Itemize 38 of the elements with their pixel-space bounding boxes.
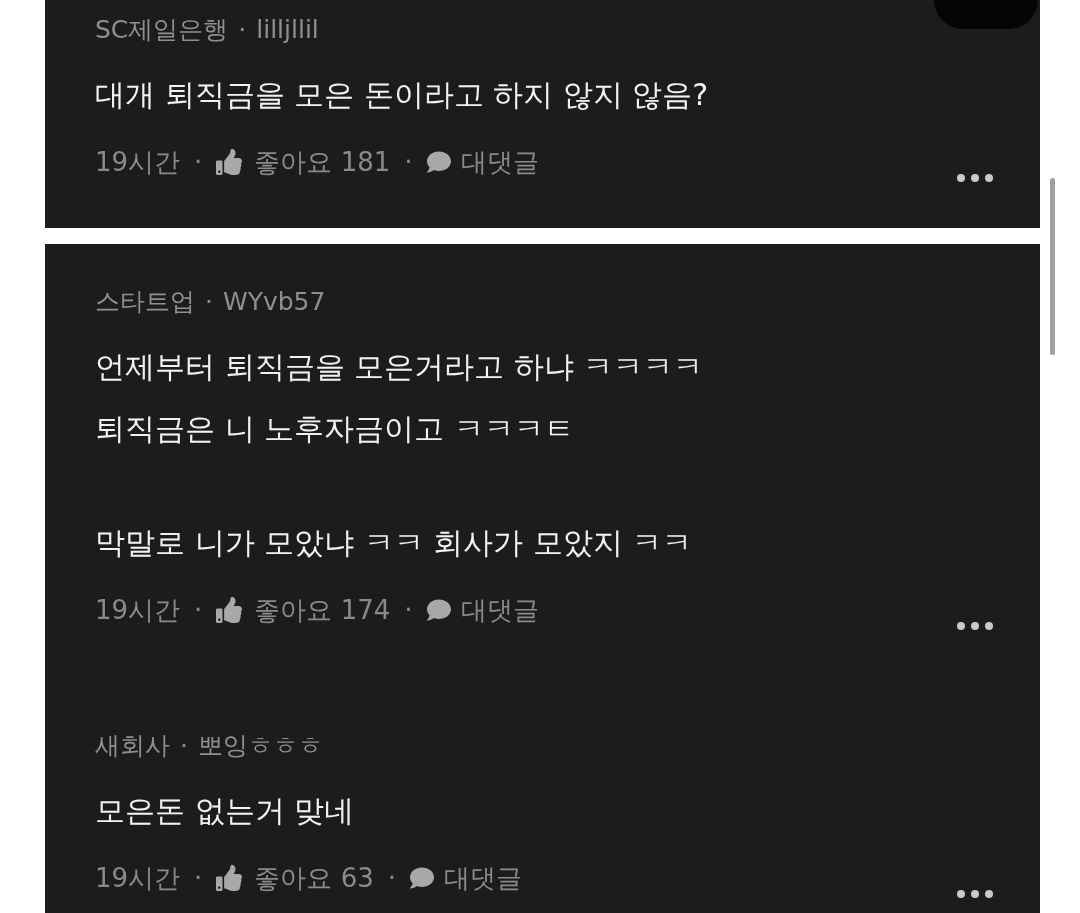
company-name: 새회사 xyxy=(95,730,170,762)
comment-text: 대개 퇴직금을 모은 돈이라고 하지 않지 않음? xyxy=(95,76,709,114)
reply-button[interactable]: 대댓글 xyxy=(426,590,539,630)
dot-separator: · xyxy=(194,146,203,179)
more-icon xyxy=(957,174,993,182)
time-label: 19시간 xyxy=(95,594,181,627)
scrollbar[interactable] xyxy=(1050,178,1055,355)
thumbs-up-icon xyxy=(216,865,243,891)
dot-separator: · xyxy=(194,594,203,627)
thumbs-up-icon xyxy=(216,149,243,175)
reply-button[interactable]: 대댓글 xyxy=(410,858,522,898)
dot-separator: · xyxy=(205,286,213,318)
comment-text: 모은돈 없는거 맞네 xyxy=(95,792,355,830)
thumbs-up-icon xyxy=(216,597,243,623)
speech-bubble-icon xyxy=(410,866,434,890)
dot-separator: · xyxy=(404,146,413,179)
dot-separator: · xyxy=(387,862,396,895)
speech-bubble-icon xyxy=(426,150,451,174)
like-button[interactable]: 좋아요 63 xyxy=(216,858,374,898)
dot-separator: · xyxy=(180,730,188,762)
comment-text: 막말로 니가 모았냐 ㅋㅋ 회사가 모았지 ㅋㅋ xyxy=(95,524,693,562)
speech-bubble-icon xyxy=(426,598,451,622)
company-name: SC제일은행 xyxy=(95,14,229,46)
nickname: 뽀잉ㅎㅎㅎ xyxy=(197,730,323,762)
reply-button[interactable]: 대댓글 xyxy=(426,142,539,182)
nickname: WYvb57 xyxy=(222,286,326,318)
comment-text: 언제부터 퇴직금을 모은거라고 하냐 ㅋㅋㅋㅋ 퇴직금은 니 노후자금이고 ㅋㅋㅋㅌ xyxy=(95,348,704,448)
dot-separator: · xyxy=(404,594,413,627)
time-label: 19시간 xyxy=(95,862,181,895)
nickname: lilljllil xyxy=(256,14,319,46)
dot-separator: · xyxy=(238,14,247,46)
like-button[interactable]: 좋아요 181 xyxy=(216,142,391,182)
time-label: 19시간 xyxy=(95,146,181,179)
more-icon xyxy=(957,622,993,630)
like-button[interactable]: 좋아요 174 xyxy=(216,590,391,630)
dot-separator: · xyxy=(194,862,203,895)
more-icon xyxy=(957,890,993,898)
company-name: 스타트업 xyxy=(95,286,195,318)
